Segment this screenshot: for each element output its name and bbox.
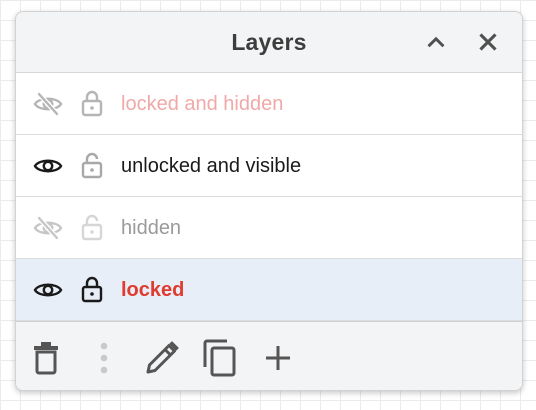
lock-toggle[interactable]: [78, 88, 106, 118]
pencil-icon: [146, 341, 179, 374]
visibility-toggle[interactable]: [32, 152, 64, 180]
more-vertical-icon: [100, 342, 108, 374]
layers-toolbar: [16, 321, 522, 390]
close-icon: [479, 33, 497, 51]
layer-label: locked: [121, 279, 185, 301]
duplicate-icon: [203, 339, 236, 377]
eye-off-icon: [33, 92, 63, 116]
collapse-button[interactable]: [422, 28, 450, 56]
eye-off-icon: [33, 216, 63, 240]
eye-icon: [33, 159, 63, 173]
layer-row[interactable]: unlocked and visible: [16, 135, 522, 197]
lock-open-icon: [81, 152, 103, 179]
visibility-toggle[interactable]: [32, 90, 64, 118]
layer-list: locked and hidden unlocked and visible h…: [16, 73, 522, 321]
edit-layer-button[interactable]: [144, 340, 180, 376]
chevron-up-icon: [427, 36, 445, 48]
layers-panel: Layers locked and hidden unlocked and vi…: [15, 11, 523, 391]
eye-icon: [33, 283, 63, 297]
visibility-toggle[interactable]: [32, 276, 64, 304]
delete-layer-button[interactable]: [28, 340, 64, 376]
layer-row[interactable]: hidden: [16, 197, 522, 259]
layer-label: locked and hidden: [121, 93, 284, 115]
layer-row-selected[interactable]: locked: [16, 259, 522, 321]
layer-label: hidden: [121, 217, 182, 239]
layer-label: unlocked and visible: [121, 155, 302, 177]
lock-toggle[interactable]: [78, 212, 106, 242]
lock-closed-icon: [81, 276, 103, 303]
visibility-toggle[interactable]: [32, 214, 64, 242]
trash-icon: [34, 342, 58, 375]
plus-icon: [266, 346, 290, 370]
lock-open-icon: [81, 214, 103, 241]
duplicate-layer-button[interactable]: [202, 339, 238, 377]
panel-header: Layers: [16, 12, 522, 73]
close-button[interactable]: [474, 28, 502, 56]
more-options-button[interactable]: [86, 340, 122, 376]
lock-closed-icon: [81, 90, 103, 117]
lock-toggle[interactable]: [78, 274, 106, 304]
lock-toggle[interactable]: [78, 150, 106, 180]
add-layer-button[interactable]: [260, 340, 296, 376]
layer-row[interactable]: locked and hidden: [16, 73, 522, 135]
